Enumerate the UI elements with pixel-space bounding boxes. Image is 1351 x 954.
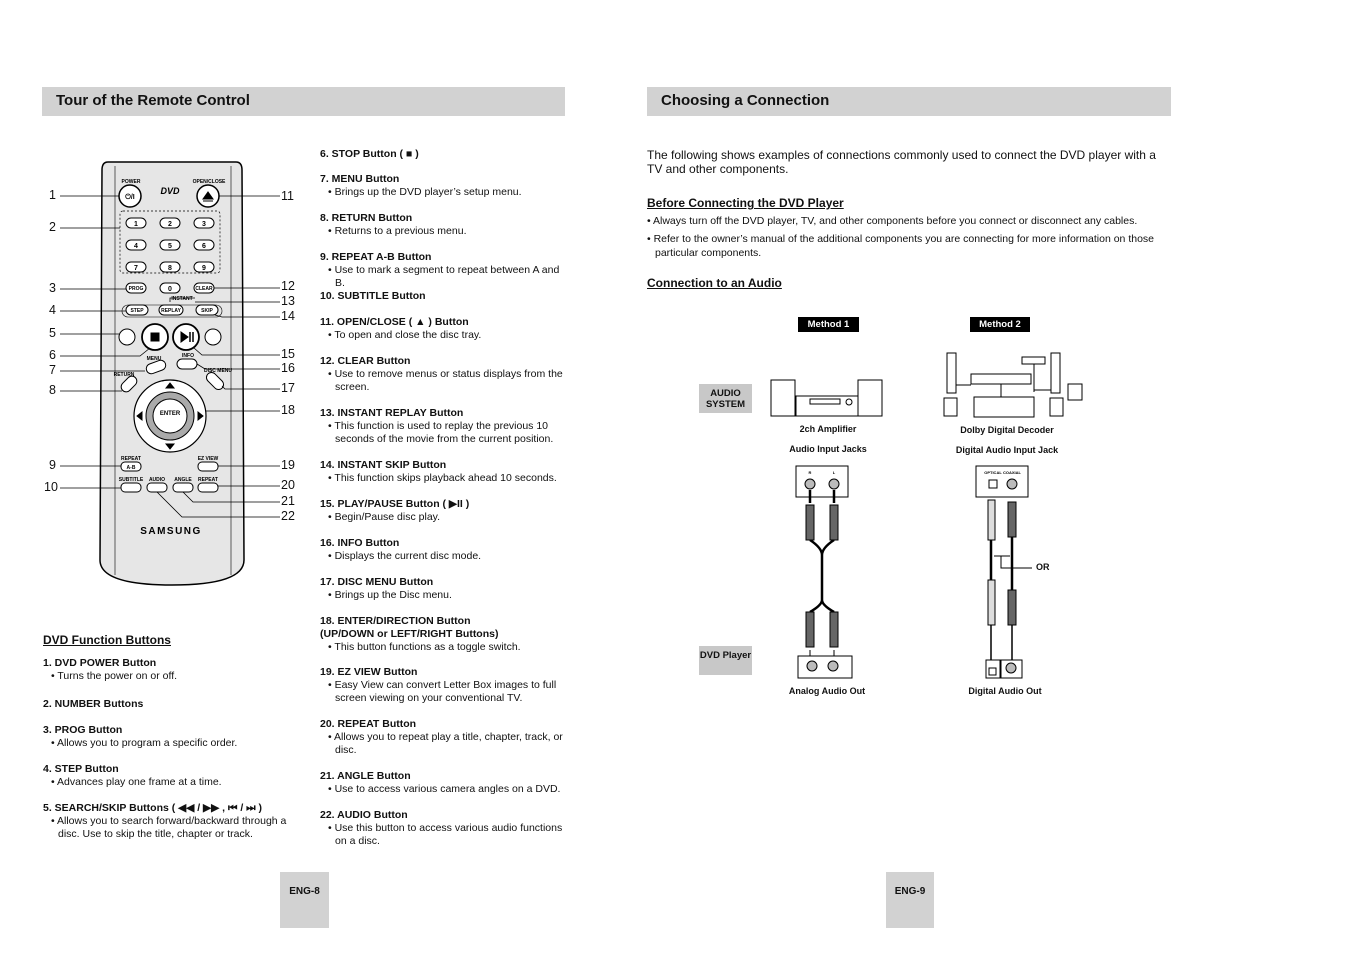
manual-spread: Tour of the Remote Control POWER ⏻/I DVD…	[0, 0, 1351, 954]
page-number: ENG-8	[280, 872, 329, 928]
amp-label: 2ch Amplifier	[799, 424, 857, 434]
function-title: 5. SEARCH/SKIP Buttons ( ◀◀ / ▶▶ , ⏮ / ⏭…	[43, 802, 263, 814]
function-item: 4. STEP Button • Advances play one frame …	[43, 763, 293, 789]
function-item: 3. PROG Button • Allows you to program a …	[43, 724, 293, 750]
function-item: 20. REPEAT Button • Allows you to repeat …	[320, 718, 570, 757]
function-item: 5. SEARCH/SKIP Buttons ( ◀◀ / ▶▶ , ⏮ / ⏭…	[43, 802, 293, 841]
function-desc: • Allows you to program a specific order…	[51, 737, 238, 749]
page-number: ENG-9	[886, 872, 934, 928]
function-title: 4. STEP Button	[43, 763, 119, 775]
jack-r-label: R	[809, 470, 812, 475]
digital-out-label: Digital Audio Out	[968, 686, 1042, 696]
function-title: 21. ANGLE Button	[320, 770, 411, 782]
digital-input-label: Digital Audio Input Jack	[955, 445, 1059, 455]
function-item: 21. ANGLE Button • Use to access various …	[320, 770, 570, 796]
function-item: 22. AUDIO Button • Use this button to acc…	[320, 809, 570, 848]
function-title: 22. AUDIO Button	[320, 809, 408, 821]
function-desc: • Advances play one frame at a time.	[51, 776, 222, 788]
analog-out-label: Analog Audio Out	[788, 686, 866, 696]
function-desc: • Allows you to search forward/backward …	[51, 815, 287, 840]
function-desc: • Allows you to repeat play a title, cha…	[328, 731, 563, 756]
function-desc: • Use to access various camera angles on…	[328, 783, 561, 795]
function-title: 3. PROG Button	[43, 724, 123, 736]
coaxial-label: COAXIAL	[1003, 470, 1022, 475]
or-label: OR	[1036, 562, 1050, 572]
audio-input-jacks-label: Audio Input Jacks	[789, 444, 867, 454]
function-desc: • Use this button to access various audi…	[328, 822, 563, 847]
decoder-label: Dolby Digital Decoder	[960, 425, 1054, 435]
optical-label: OPTICAL	[984, 470, 1002, 475]
connection-diagram: R L OPTICAL COAXIAL	[770, 352, 1083, 679]
